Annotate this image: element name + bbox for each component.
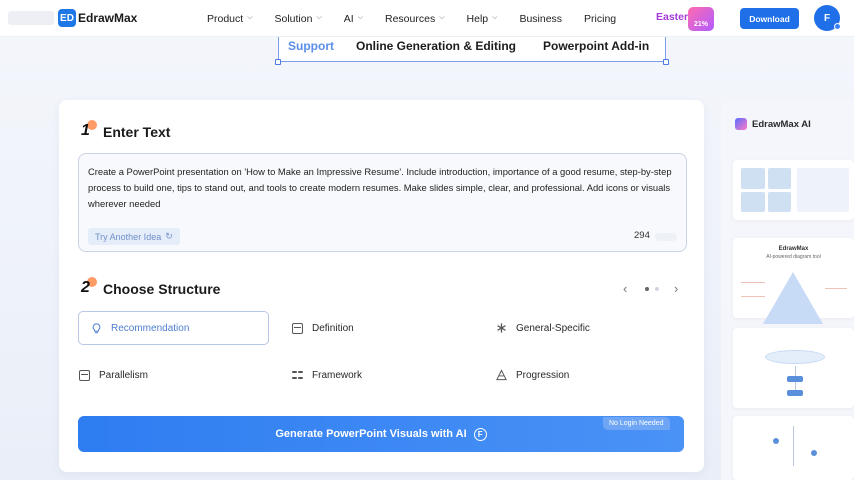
definition-icon bbox=[292, 322, 303, 334]
thumbnail-grid bbox=[741, 168, 791, 212]
nav-item-solution[interactable]: Solution ⌵ bbox=[275, 13, 322, 25]
step-number-1: 1 bbox=[81, 120, 97, 140]
character-count: 294 bbox=[634, 230, 650, 241]
logo[interactable]: ED EdrawMax bbox=[8, 7, 137, 29]
bulb-icon bbox=[91, 322, 102, 334]
chevron-down-icon: ⌵ bbox=[316, 13, 322, 21]
steps-icon bbox=[496, 369, 507, 381]
logo-text: EdrawMax bbox=[78, 11, 138, 25]
try-another-idea-button[interactable]: Try Another Idea ↻ bbox=[88, 228, 180, 245]
pyramid-diagram-icon bbox=[763, 272, 823, 324]
try-another-label: Try Another Idea bbox=[95, 231, 162, 242]
watermark-placeholder bbox=[8, 11, 54, 25]
secondary-navigation: Support Online Generation & Editing Powe… bbox=[275, 37, 669, 65]
chevron-right-icon[interactable]: › bbox=[674, 281, 678, 296]
edrawmax-ai-logo-icon bbox=[735, 118, 747, 130]
status-dot-icon bbox=[834, 23, 841, 30]
download-button[interactable]: Download bbox=[740, 8, 799, 29]
prompt-text[interactable]: Create a PowerPoint presentation on 'How… bbox=[88, 164, 680, 212]
template-thumbnail[interactable] bbox=[733, 416, 854, 480]
chevron-down-icon: ⌵ bbox=[439, 13, 445, 21]
nav-item-ai[interactable]: AI ⌵ bbox=[344, 13, 363, 25]
structure-option-progression[interactable]: Progression bbox=[495, 358, 675, 392]
structure-option-label: Parallelism bbox=[99, 369, 148, 381]
nav-item-label: AI bbox=[343, 12, 354, 25]
thumbnail-title: EdrawMax bbox=[778, 246, 809, 252]
chevron-down-icon: ⌵ bbox=[492, 13, 498, 21]
credit-coin-icon: F bbox=[473, 427, 487, 441]
structure-option-definition[interactable]: Definition bbox=[291, 311, 471, 345]
main-menu: Product ⌵ Solution ⌵ AI ⌵ Resources ⌵ Help ⌵ Busin… bbox=[207, 0, 638, 37]
step-number-2: 2 bbox=[81, 277, 97, 297]
selection-handle-icon bbox=[663, 59, 669, 65]
structure-option-general-specific[interactable]: General-Specific bbox=[495, 311, 675, 345]
structure-option-label: Framework bbox=[312, 369, 363, 381]
structure-pager: ‹ › bbox=[620, 281, 684, 296]
easter-gift-icon[interactable]: 21% bbox=[688, 7, 714, 31]
flow-node-icon bbox=[765, 350, 825, 364]
ai-preview-panel: EdrawMax AI EdrawMax AI-powered diagram … bbox=[721, 100, 854, 480]
preview-title: EdrawMax AI bbox=[752, 118, 811, 130]
structure-option-label: Recommendation bbox=[111, 322, 190, 334]
nav-item-label: Pricing bbox=[584, 12, 617, 25]
structure-option-parallelism[interactable]: Parallelism bbox=[78, 358, 269, 392]
structure-option-label: Definition bbox=[312, 322, 354, 334]
generate-button-label: Generate PowerPoint Visuals with AI bbox=[275, 428, 467, 440]
chevron-left-icon[interactable]: ‹ bbox=[623, 281, 627, 296]
prompt-input[interactable]: Create a PowerPoint presentation on 'How… bbox=[78, 153, 687, 252]
subnav-online-generation[interactable]: Online Generation & Editing bbox=[356, 39, 516, 53]
parallel-icon bbox=[79, 369, 90, 381]
edrawmax-logo-icon: ED bbox=[58, 9, 76, 27]
nav-item-label: Help bbox=[466, 12, 489, 25]
nav-item-product[interactable]: Product ⌵ bbox=[207, 13, 253, 25]
refresh-icon: ↻ bbox=[165, 231, 173, 241]
template-thumbnail[interactable] bbox=[733, 160, 854, 220]
subnav-support[interactable]: Support bbox=[288, 39, 334, 53]
nav-item-label: Resources bbox=[385, 12, 436, 25]
nav-item-easter[interactable]: Easter bbox=[656, 11, 688, 23]
structure-option-label: General-Specific bbox=[516, 322, 590, 334]
nav-item-pricing[interactable]: Pricing bbox=[584, 13, 616, 25]
nav-item-label: Product bbox=[207, 12, 244, 25]
structure-option-recommendation[interactable]: Recommendation bbox=[78, 311, 269, 345]
chevron-down-icon: ⌵ bbox=[247, 13, 253, 21]
pager-dot[interactable] bbox=[645, 287, 649, 291]
template-thumbnail[interactable]: EdrawMax AI-powered diagram tool bbox=[733, 238, 854, 324]
generate-button[interactable]: Generate PowerPoint Visuals with AI F bbox=[78, 416, 684, 452]
top-navigation: ED EdrawMax Product ⌵ Solution ⌵ AI ⌵ Resource… bbox=[0, 0, 854, 37]
user-avatar[interactable]: F bbox=[814, 5, 841, 31]
nav-item-help[interactable]: Help ⌵ bbox=[467, 13, 498, 25]
step-title-enter-text: Enter Text bbox=[103, 124, 171, 140]
pager-dot[interactable] bbox=[655, 287, 659, 291]
nav-item-label: Solution bbox=[274, 12, 313, 25]
asterisk-icon bbox=[496, 323, 507, 334]
selection-handle-icon bbox=[275, 59, 281, 65]
step-title-choose-structure: Choose Structure bbox=[103, 281, 221, 297]
preview-header: EdrawMax AI bbox=[735, 118, 811, 130]
template-thumbnail[interactable] bbox=[733, 328, 854, 408]
structure-option-label: Progression bbox=[516, 369, 570, 381]
thumbnail-subtitle: AI-powered diagram tool bbox=[766, 254, 821, 260]
count-indicator bbox=[655, 233, 677, 241]
grid-icon bbox=[292, 370, 303, 381]
avatar-letter: F bbox=[823, 12, 831, 24]
easter-discount-badge: 21% bbox=[693, 21, 708, 28]
chevron-down-icon: ⌵ bbox=[357, 13, 363, 21]
nav-item-label: Business bbox=[519, 12, 563, 25]
structure-option-framework[interactable]: Framework bbox=[291, 358, 471, 392]
nav-item-resources[interactable]: Resources ⌵ bbox=[385, 13, 445, 25]
thumbnail-panel bbox=[797, 168, 849, 212]
nav-item-business[interactable]: Business bbox=[519, 13, 562, 25]
subnav-powerpoint-addin[interactable]: Powerpoint Add-in bbox=[543, 39, 649, 53]
no-login-badge: No Login Needed bbox=[603, 417, 670, 430]
